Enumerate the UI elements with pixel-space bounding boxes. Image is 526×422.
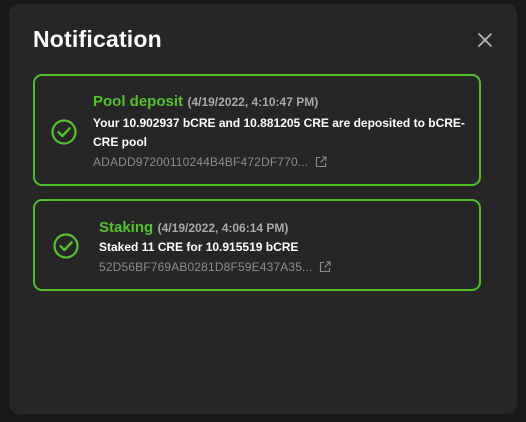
check-circle-icon xyxy=(53,233,79,259)
external-link-icon[interactable] xyxy=(315,156,327,168)
notification-type: Pool deposit xyxy=(93,93,183,110)
notification-time: (4/19/2022, 4:06:14 PM) xyxy=(157,221,289,235)
check-circle-icon xyxy=(51,119,77,145)
notification-content: Staking (4/19/2022, 4:06:14 PM) Staked 1… xyxy=(99,218,469,276)
notification-description: Your 10.902937 bCRE and 10.881205 CRE ar… xyxy=(93,116,465,149)
close-icon xyxy=(478,33,492,47)
tx-hash-link[interactable]: ADADD97200110244B4BF472DF770... xyxy=(93,153,469,171)
notification-header: Staking (4/19/2022, 4:06:14 PM) xyxy=(99,218,469,238)
notification-time: (4/19/2022, 4:10:47 PM) xyxy=(187,95,319,109)
tx-hash: ADADD97200110244B4BF472DF770... xyxy=(93,155,309,169)
notification-card-pool-deposit[interactable]: Pool deposit (4/19/2022, 4:10:47 PM) You… xyxy=(33,74,481,186)
modal-title: Notification xyxy=(33,26,162,52)
notification-content: Pool deposit (4/19/2022, 4:10:47 PM) You… xyxy=(93,92,469,171)
notification-modal: Notification Pool deposit (4/19/2022, 4:… xyxy=(9,4,517,414)
tx-hash: 52D56BF769AB0281D8F59E437A35... xyxy=(99,260,313,274)
tx-hash-link[interactable]: 52D56BF769AB0281D8F59E437A35... xyxy=(99,258,469,276)
external-link-icon[interactable] xyxy=(319,261,332,273)
notification-card-staking[interactable]: Staking (4/19/2022, 4:06:14 PM) Staked 1… xyxy=(33,199,481,291)
notification-type: Staking xyxy=(99,219,154,236)
notification-header: Pool deposit (4/19/2022, 4:10:47 PM) xyxy=(93,92,469,112)
close-button[interactable] xyxy=(473,28,497,52)
notification-description: Staked 11 CRE for 10.915519 bCRE xyxy=(99,240,299,254)
